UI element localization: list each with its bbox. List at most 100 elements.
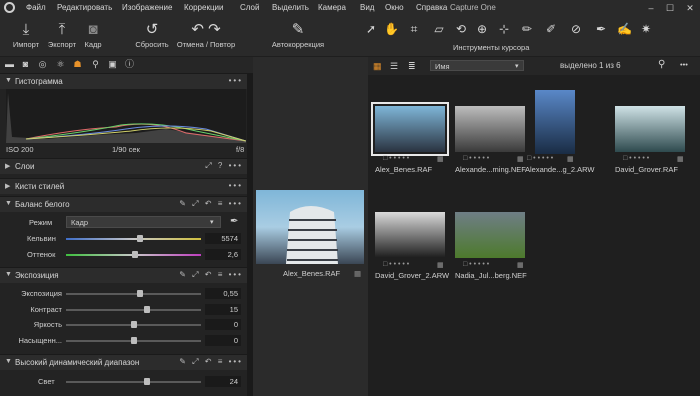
viewer-image[interactable] bbox=[256, 190, 364, 264]
brush-icon[interactable]: ✏ bbox=[520, 20, 534, 38]
rating-dots[interactable]: □ • • • • • bbox=[383, 155, 409, 162]
kelvin-slider-knob[interactable] bbox=[137, 235, 144, 242]
exposure-row-label: Яркость bbox=[33, 320, 62, 329]
eraser-icon[interactable]: ✐ bbox=[544, 20, 558, 38]
spot-removal-icon[interactable]: ⊕ bbox=[475, 20, 489, 38]
exposure-row-value[interactable]: 0,55 bbox=[205, 288, 241, 299]
menu-layer[interactable]: Слой bbox=[240, 3, 259, 12]
adjustments-tab-icon[interactable]: ▣ bbox=[107, 59, 118, 70]
menu-view[interactable]: Вид bbox=[360, 3, 374, 12]
undo-redo-button[interactable]: ↶ ↷ Отмена / Повтор bbox=[174, 20, 238, 49]
crop-icon[interactable]: ⌗ bbox=[407, 20, 421, 38]
select-cursor-icon[interactable]: ➚ bbox=[364, 20, 378, 38]
wb-mode-select[interactable]: Кадр ▾ bbox=[66, 216, 221, 228]
exposure-actions-icon[interactable]: ✎ ⤢ ↶ ≡ ••• bbox=[179, 270, 243, 280]
more-icon[interactable]: ••• bbox=[680, 60, 688, 69]
exposure-row-value[interactable]: 0 bbox=[205, 319, 241, 330]
export-button[interactable]: ⤒ Экспорт bbox=[45, 20, 79, 49]
menu-edit[interactable]: Редактировать bbox=[57, 3, 112, 12]
exposure-row-slider-knob[interactable] bbox=[130, 337, 137, 344]
hdr-header[interactable]: ▼ Высокий динамический диапазон ✎ ⤢ ↶ ≡ … bbox=[0, 354, 247, 370]
exposure-row-slider-knob[interactable] bbox=[130, 321, 137, 328]
hdr-actions-icon[interactable]: ✎ ⤢ ↶ ≡ ••• bbox=[179, 357, 243, 367]
thumbnail-image[interactable] bbox=[535, 90, 575, 154]
viewer-filename: Alex_Benes.RAF bbox=[283, 269, 341, 278]
minimize-button[interactable]: – bbox=[645, 2, 657, 14]
menu-file[interactable]: Файл bbox=[26, 3, 46, 12]
gradient-icon[interactable]: ⊘ bbox=[569, 20, 583, 38]
hdr-light-slider-knob[interactable] bbox=[144, 378, 150, 385]
kelvin-slider-track[interactable] bbox=[66, 238, 201, 240]
eyedropper-icon[interactable]: ✒ bbox=[230, 216, 238, 227]
rating-dots[interactable]: □ • • • • • bbox=[527, 155, 553, 162]
thumbnail-image[interactable] bbox=[455, 106, 525, 152]
picker-icon[interactable]: ⊹ bbox=[497, 20, 511, 38]
tint-value[interactable]: 2,6 bbox=[205, 249, 241, 260]
thumbnail[interactable]: □ • • • • • ▦ Alex_Benes.RAF bbox=[371, 102, 449, 176]
histogram-header[interactable]: ▼ Гистограмма ••• bbox=[0, 73, 247, 89]
hdr-light-slider-track[interactable] bbox=[66, 381, 201, 383]
library-tab-icon[interactable]: ▬ bbox=[4, 59, 15, 70]
exposure-row-slider-knob[interactable] bbox=[144, 306, 150, 313]
rating-dots[interactable]: □ • • • • • bbox=[623, 155, 649, 162]
more-icon[interactable]: ••• bbox=[229, 181, 243, 190]
thumbnail-image[interactable] bbox=[375, 212, 445, 258]
hdr-light-value[interactable]: 24 bbox=[205, 376, 241, 387]
metadata-tab-icon[interactable]: ⓘ bbox=[124, 59, 135, 70]
rating-dots[interactable]: □ • • • • • bbox=[463, 155, 489, 162]
menu-camera[interactable]: Камера bbox=[318, 3, 346, 12]
layers-actions-icon[interactable]: ⤢ ? ••• bbox=[205, 161, 243, 171]
grid-view-icon[interactable]: ▦ bbox=[373, 61, 382, 72]
menu-select[interactable]: Выделить bbox=[272, 3, 309, 12]
style-brushes-header[interactable]: ▶ Кисти стилей ••• bbox=[0, 178, 247, 194]
annotation-icon[interactable]: ✒ bbox=[594, 20, 608, 38]
white-balance-header[interactable]: ▼ Баланс белого ✎ ⤢ ↶ ≡ ••• bbox=[0, 196, 247, 212]
tint-slider-knob[interactable] bbox=[131, 251, 138, 258]
exposure-tab-icon[interactable]: ☗ bbox=[72, 59, 83, 70]
list-view-icon[interactable]: ☰ bbox=[390, 61, 398, 72]
keystone-icon[interactable]: ▱ bbox=[432, 20, 446, 38]
thumbnail[interactable]: □ • • • • • ▦ Nadia_Jul...berg.NEF bbox=[455, 212, 527, 282]
white-balance-actions-icon[interactable]: ✎ ⤢ ↶ ≡ ••• bbox=[179, 199, 243, 209]
thumbnail[interactable]: □ • • • • • ▦ Alexande...ming.NEF bbox=[455, 106, 526, 176]
camera-button[interactable]: ◙ Кадр bbox=[80, 20, 106, 49]
exposure-row-slider-knob[interactable] bbox=[137, 290, 144, 297]
reset-button[interactable]: ↺ Сбросить bbox=[132, 20, 172, 49]
maximize-button[interactable]: ☐ bbox=[664, 2, 676, 14]
exposure-row-value[interactable]: 15 bbox=[205, 304, 241, 315]
menu-adjustments[interactable]: Коррекции bbox=[184, 3, 223, 12]
close-button[interactable]: ✕ bbox=[684, 2, 696, 14]
menu-window[interactable]: Окно bbox=[385, 3, 404, 12]
thumbnail-badge-icon: ▦ bbox=[437, 156, 444, 163]
rating-dots[interactable]: □ • • • • • bbox=[383, 261, 409, 268]
exposure-row-slider-track[interactable] bbox=[66, 309, 201, 311]
layers-header[interactable]: ▶ Слои ⤢ ? ••• bbox=[0, 158, 247, 174]
thumbnail-image[interactable] bbox=[371, 102, 449, 156]
details-tab-icon[interactable]: ⚲ bbox=[90, 59, 101, 70]
settings-icon[interactable]: ✷ bbox=[639, 20, 653, 38]
kelvin-value[interactable]: 5574 bbox=[205, 233, 241, 244]
lens-tab-icon[interactable]: ◎ bbox=[37, 59, 48, 70]
rating-dots[interactable]: □ • • • • • bbox=[463, 261, 489, 268]
pan-cursor-icon[interactable]: ✋ bbox=[384, 20, 399, 38]
thumbnail-image[interactable] bbox=[455, 212, 525, 258]
capture-tab-icon[interactable]: ◙ bbox=[20, 59, 31, 70]
menu-help[interactable]: Справка bbox=[416, 3, 447, 12]
more-icon[interactable]: ••• bbox=[229, 76, 243, 85]
thumbnail-image[interactable] bbox=[615, 106, 685, 152]
autocorrect-button[interactable]: ✎ Автокоррекция bbox=[268, 20, 328, 49]
import-button[interactable]: ⤓ Импорт bbox=[9, 20, 43, 49]
detail-view-icon[interactable]: ≣ bbox=[408, 61, 416, 72]
sort-select[interactable]: Имя ▾ bbox=[430, 60, 524, 71]
exposure-row-value[interactable]: 0 bbox=[205, 335, 241, 346]
search-icon[interactable]: ⚲ bbox=[658, 59, 665, 70]
thumbnail[interactable]: □ • • • • • ▦ Alexande...g_2.ARW bbox=[525, 90, 595, 178]
exposure-row-slider-track[interactable] bbox=[66, 293, 201, 295]
menu-image[interactable]: Изображение bbox=[122, 3, 172, 12]
pen-icon[interactable]: ✍ bbox=[617, 20, 632, 38]
exposure-header[interactable]: ▼ Экспозиция ✎ ⤢ ↶ ≡ ••• bbox=[0, 267, 247, 283]
thumbnail[interactable]: □ • • • • • ▦ David_Grover.RAF bbox=[615, 106, 685, 176]
thumbnail[interactable]: □ • • • • • ▦ David_Grover_2.ARW bbox=[375, 212, 449, 282]
rotate-icon[interactable]: ⟲ bbox=[454, 20, 468, 38]
color-tab-icon[interactable]: ⚛ bbox=[55, 59, 66, 70]
